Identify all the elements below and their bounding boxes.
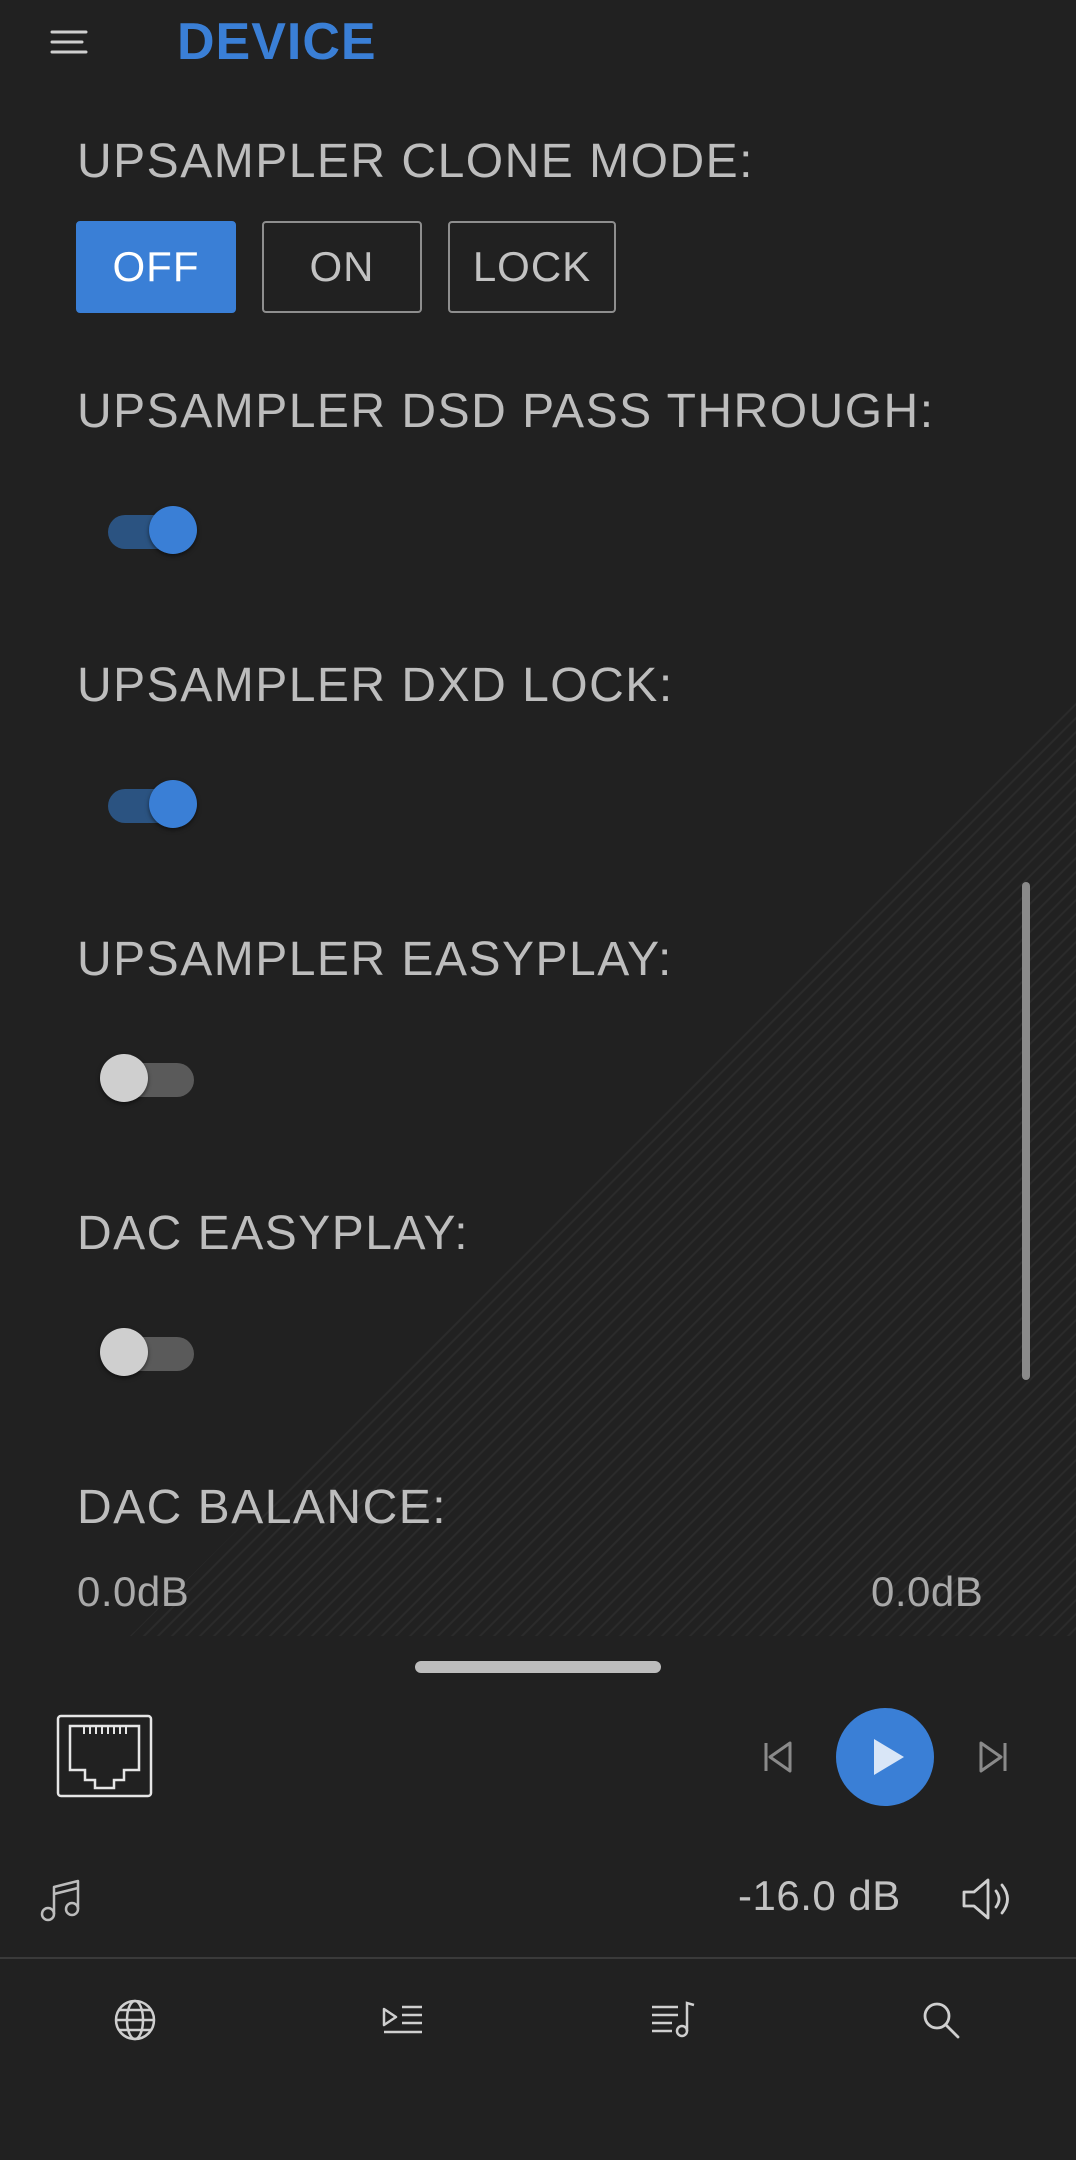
background-stripe [681, 700, 1076, 1636]
ethernet-port-icon[interactable] [56, 1714, 153, 1798]
dsd-pass-through-toggle[interactable] [100, 501, 200, 557]
dxd-lock-label: UPSAMPLER DXD LOCK: [77, 659, 674, 712]
play-button[interactable] [836, 1708, 934, 1806]
dac-easyplay-toggle[interactable] [100, 1323, 200, 1379]
page-title: DEVICE [177, 13, 377, 71]
playlist-icon[interactable] [648, 1995, 698, 2045]
queue-icon[interactable] [378, 1995, 428, 2045]
app-header: DEVICE [0, 0, 1076, 90]
background-stripe [611, 700, 1076, 1636]
search-icon[interactable] [916, 1995, 966, 2045]
dxd-lock-toggle[interactable] [100, 775, 200, 831]
player-drag-handle[interactable] [415, 1661, 661, 1673]
background-stripe [625, 700, 1076, 1636]
toggle-knob [149, 780, 197, 828]
previous-icon[interactable] [760, 1737, 796, 1777]
music-note-icon[interactable] [38, 1877, 84, 1923]
dac-balance-label: DAC BALANCE: [77, 1481, 448, 1534]
toggle-knob [100, 1054, 148, 1102]
background-stripe [639, 700, 1076, 1636]
dsd-pass-through-label: UPSAMPLER DSD PASS THROUGH: [77, 385, 935, 438]
background-stripe [695, 700, 1076, 1636]
clone-mode-label: UPSAMPLER CLONE MODE: [77, 135, 754, 188]
scrollbar[interactable] [1022, 882, 1030, 1380]
settings-list[interactable]: UPSAMPLER CLONE MODE: OFF ON LOCK UPSAMP… [0, 90, 1076, 1636]
nav-divider [0, 1957, 1076, 1959]
volume-level: -16.0 dB [738, 1872, 901, 1919]
clone-mode-lock-button[interactable]: LOCK [448, 221, 616, 313]
upsampler-easyplay-label: UPSAMPLER EASYPLAY: [77, 933, 673, 986]
background-stripes [130, 700, 1076, 1636]
background-stripe [653, 700, 1076, 1636]
dac-easyplay-label: DAC EASYPLAY: [77, 1207, 470, 1260]
play-icon [874, 1739, 904, 1775]
speaker-icon[interactable] [960, 1875, 1016, 1923]
hamburger-menu-icon[interactable] [46, 22, 96, 62]
dac-balance-left-value: 0.0dB [77, 1568, 190, 1615]
device-screen: DEVICE UPSAMPLER CLONE MODE: OFF ON LOCK… [0, 0, 1076, 2160]
background-stripe [667, 700, 1076, 1636]
globe-icon[interactable] [110, 1995, 160, 2045]
clone-mode-off-button[interactable]: OFF [76, 221, 236, 313]
upsampler-easyplay-toggle[interactable] [100, 1049, 200, 1105]
next-icon[interactable] [975, 1737, 1011, 1777]
toggle-knob [100, 1328, 148, 1376]
toggle-knob [149, 506, 197, 554]
dac-balance-right-value: 0.0dB [871, 1568, 984, 1615]
clone-mode-on-button[interactable]: ON [262, 221, 422, 313]
